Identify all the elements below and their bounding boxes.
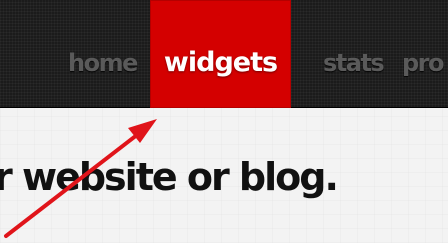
nav-item-home[interactable]: home xyxy=(68,0,138,108)
nav-item-widgets[interactable]: widgets xyxy=(150,0,291,108)
main-navigation: home widgets stats pro xyxy=(0,0,448,108)
page-headline: r website or blog. xyxy=(0,155,339,199)
nav-item-pro[interactable]: pro xyxy=(402,0,448,108)
nav-item-stats[interactable]: stats xyxy=(323,0,385,108)
